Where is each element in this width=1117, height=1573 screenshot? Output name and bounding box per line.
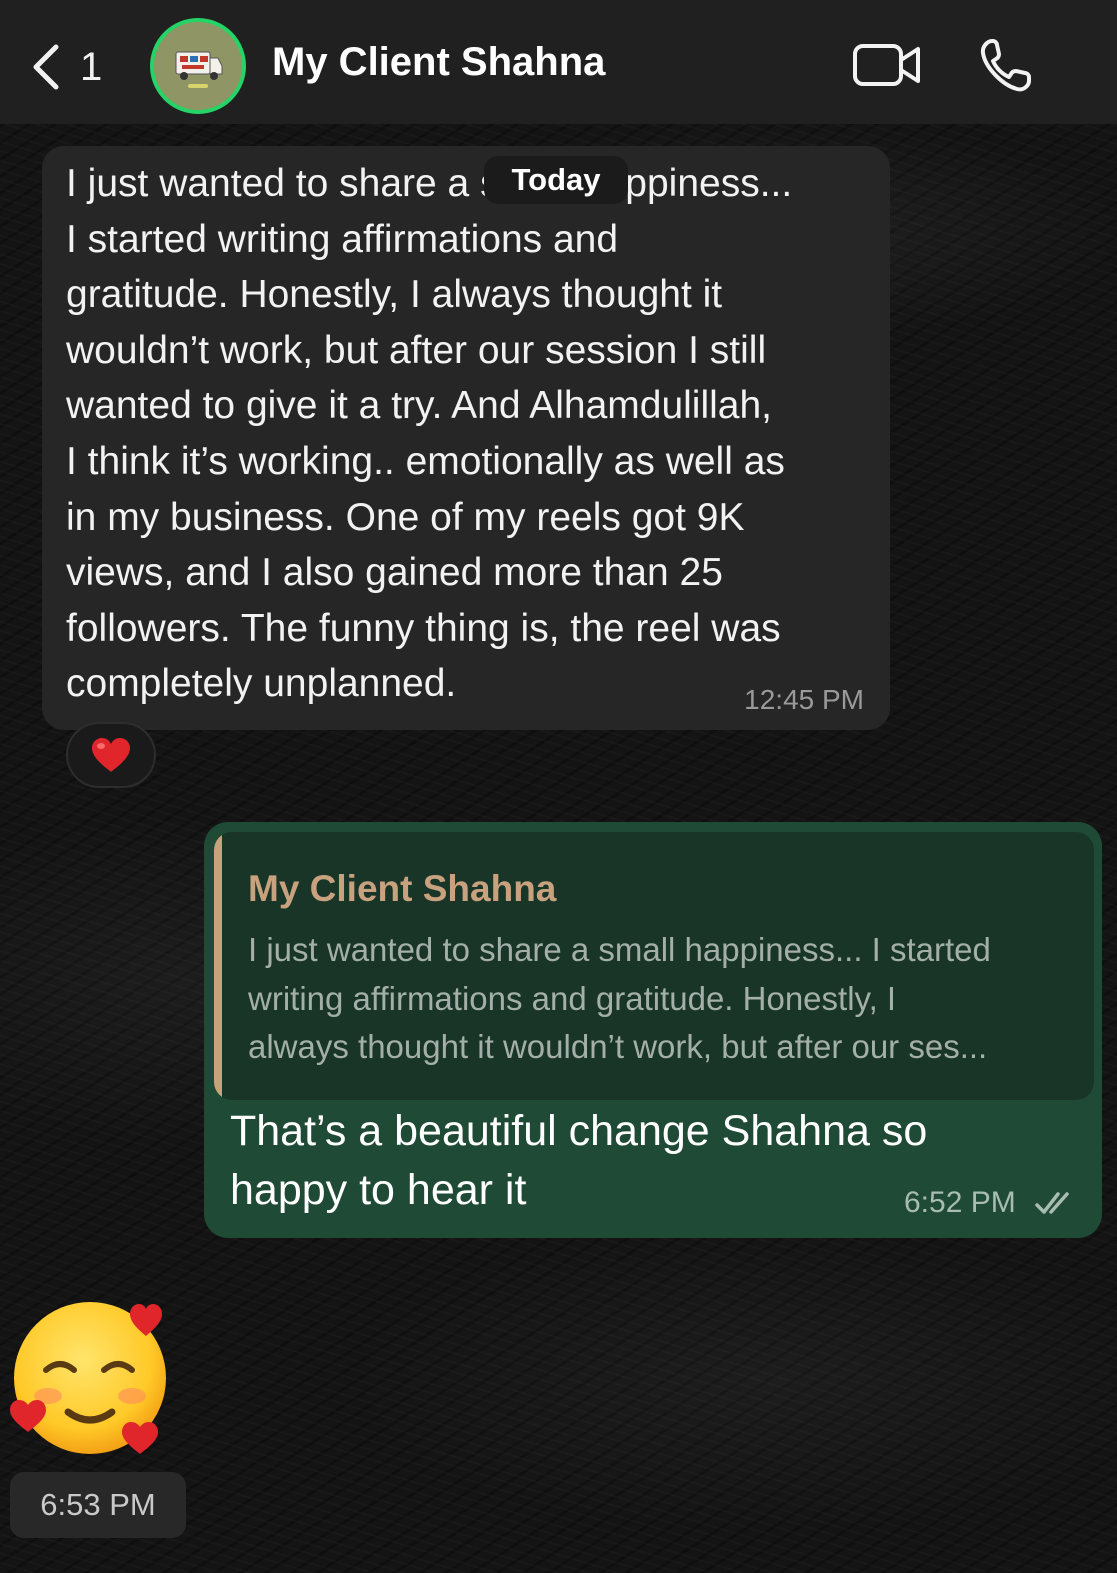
outgoing-message-bubble[interactable]: My Client Shahna I just wanted to share … [204,822,1102,1238]
quote-accent-bar [214,832,222,1100]
unread-count: 1 [80,44,103,89]
avatar[interactable] [150,18,246,114]
message-time: 12:45 PM [744,684,864,715]
quoted-text: I just wanted to share a small happiness… [248,931,991,1065]
message-reaction[interactable] [66,722,156,788]
contact-name[interactable]: My Client Shahna [272,40,605,85]
chat-header: 1 My Client Shahna [0,0,1117,124]
quoted-message[interactable]: My Client Shahna I just wanted to share … [214,832,1094,1100]
message-text: I just wanted to share a small happiness… [66,162,793,706]
incoming-message-bubble[interactable]: I just wanted to share a small happiness… [42,146,890,730]
message-time: 6:53 PM [10,1472,186,1538]
smiling-face-with-hearts-icon[interactable] [6,1296,172,1462]
food-truck-logo-icon [154,22,242,110]
quoted-author: My Client Shahna [248,868,557,909]
message-time: 6:52 PM [904,1186,1016,1219]
video-camera-icon[interactable] [852,40,922,90]
date-separator: Today [484,156,628,204]
double-check-read-icon [1035,1192,1069,1214]
back-button[interactable]: 1 [28,38,118,96]
red-heart-icon [92,738,130,772]
chevron-left-icon [33,44,59,90]
phone-icon[interactable] [978,36,1034,94]
